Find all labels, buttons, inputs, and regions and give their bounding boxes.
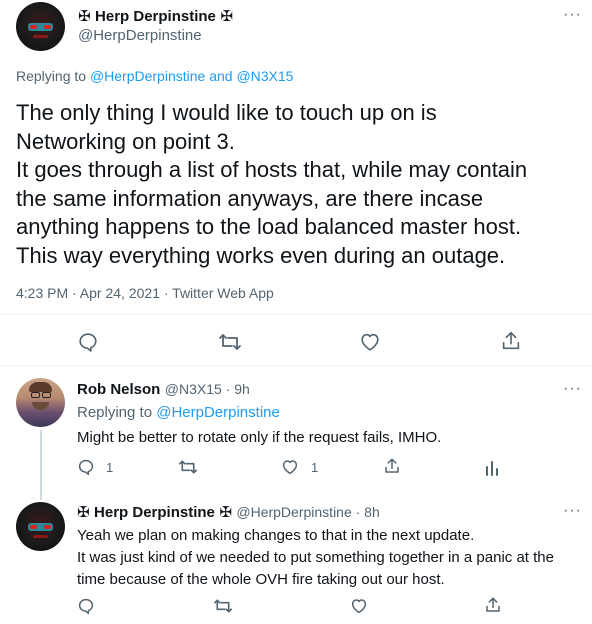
reply-line: Yeah we plan on making changes to that i…	[77, 527, 475, 544]
tweet-line: anything happens to the load balanced ma…	[16, 214, 522, 239]
badge-icon: ✠	[78, 8, 91, 25]
author-handle-time[interactable]: @N3X15 · 9h	[165, 381, 250, 397]
reply-icon[interactable]	[77, 597, 95, 615]
avatar[interactable]	[16, 2, 65, 51]
replying-to: Replying to @HerpDerpinstine	[77, 404, 280, 421]
tweet-line: Networking on point 3.	[16, 128, 235, 154]
retweet-icon[interactable]	[213, 597, 233, 615]
like-count: 1	[311, 460, 319, 475]
replying-prefix: Replying to	[77, 404, 153, 421]
more-icon[interactable]: ···	[563, 502, 582, 520]
author-line[interactable]: Rob Nelson @N3X15 · 9h	[77, 381, 250, 399]
author-line[interactable]: ✠ Herp Derpinstine ✠	[78, 7, 233, 26]
reply-line: It was just kind of we needed to put som…	[77, 549, 554, 566]
tweet-line: This way everything works even during an…	[16, 242, 506, 268]
replying-to: Replying to @HerpDerpinstine and @N3X15	[16, 68, 293, 84]
more-icon[interactable]: ···	[563, 6, 582, 24]
more-icon[interactable]: ···	[563, 380, 582, 398]
replying-prefix: Replying to	[16, 68, 87, 84]
retweet-icon[interactable]	[218, 331, 242, 353]
author-handle[interactable]: @HerpDerpinstine	[78, 27, 202, 44]
reply-icon[interactable]	[77, 331, 99, 353]
reply-text: Yeah we plan on making changes to that i…	[77, 525, 587, 591]
tweet-line: The only thing I would like to touch up …	[16, 100, 437, 125]
badge-icon: ✠	[77, 504, 90, 521]
author-line[interactable]: ✠ Herp Derpinstine ✠ @HerpDerpinstine · …	[77, 503, 380, 522]
reply-and: and	[209, 68, 233, 84]
reply-line: time because of the whole OVH fire takin…	[77, 571, 445, 588]
heart-icon[interactable]	[359, 331, 381, 353]
author-name[interactable]: Rob Nelson	[77, 381, 160, 398]
badge-icon: ✠	[220, 8, 233, 25]
badge-icon: ✠	[219, 504, 232, 521]
author-handle-time[interactable]: @HerpDerpinstine · 8h	[236, 504, 379, 520]
divider	[0, 314, 592, 315]
avatar[interactable]	[16, 378, 65, 427]
analytics-icon[interactable]	[484, 458, 500, 476]
reply-count: 1	[106, 460, 114, 475]
divider	[0, 365, 592, 366]
author-name[interactable]: Herp Derpinstine	[95, 8, 216, 25]
reply-mention[interactable]: @N3X15	[236, 68, 293, 84]
reply-text: Might be better to rotate only if the re…	[77, 429, 442, 446]
author-name[interactable]: Herp Derpinstine	[94, 504, 215, 521]
retweet-icon[interactable]	[178, 458, 198, 476]
share-icon[interactable]	[383, 457, 401, 475]
tweet-line: the same information anyways, are there …	[16, 185, 484, 211]
share-icon[interactable]	[500, 330, 522, 352]
reply-mention[interactable]: @HerpDerpinstine	[156, 404, 280, 421]
heart-icon[interactable]	[281, 458, 299, 476]
tweet-line: It goes through a list of hosts that, wh…	[16, 157, 528, 182]
tweet-text: The only thing I would like to touch up …	[16, 99, 586, 270]
tweet-timestamp[interactable]: 4:23 PM · Apr 24, 2021 · Twitter Web App	[16, 285, 274, 301]
share-icon[interactable]	[484, 596, 502, 614]
reply-icon[interactable]	[77, 458, 95, 476]
reply-mention[interactable]: @HerpDerpinstine	[90, 68, 205, 84]
heart-icon[interactable]	[350, 597, 368, 615]
thread-line	[40, 430, 42, 500]
avatar[interactable]	[16, 502, 65, 551]
